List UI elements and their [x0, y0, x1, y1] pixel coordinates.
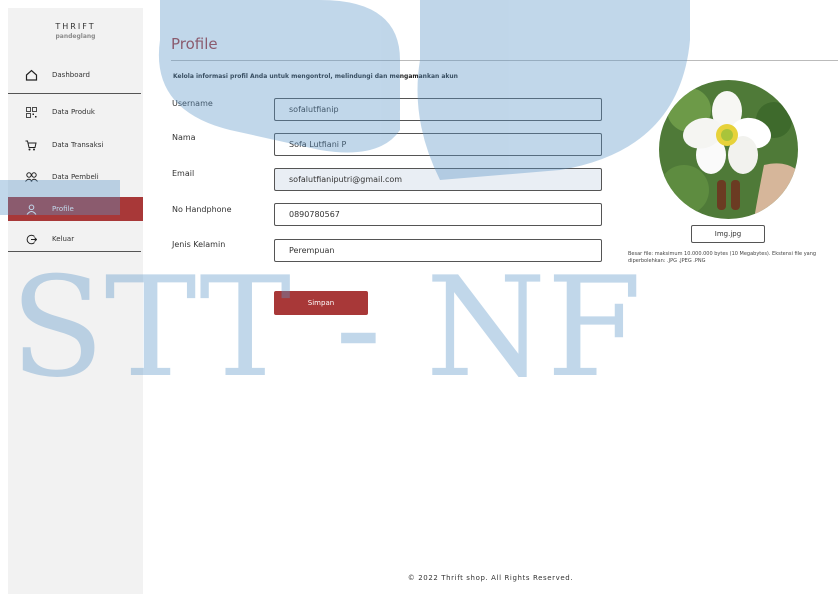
sidebar-item-label: Dashboard	[52, 71, 90, 79]
flower-photo-image	[659, 80, 798, 219]
brand-title: THRIFT	[55, 22, 96, 31]
logout-icon	[24, 234, 38, 245]
gender-label: Jenis Kelamin	[172, 240, 226, 249]
sidebar-item-data-pembeli[interactable]: Data Pembeli	[8, 165, 143, 189]
sidebar-divider	[8, 93, 141, 94]
sidebar-item-data-produk[interactable]: Data Produk	[8, 100, 143, 124]
sidebar-item-data-transaksi[interactable]: Data Transaksi	[8, 133, 143, 157]
cart-icon	[24, 140, 38, 151]
nama-label: Nama	[172, 133, 196, 142]
sidebar-divider	[8, 251, 141, 252]
email-input[interactable]	[274, 168, 602, 191]
username-input[interactable]	[274, 98, 602, 121]
page-title: Profile	[171, 35, 218, 53]
title-divider	[171, 60, 838, 61]
file-size-note: Besar file: maksimum 10.000.000 bytes (1…	[628, 251, 817, 264]
username-label: Username	[172, 99, 213, 108]
sidebar-item-profile[interactable]: Profile	[8, 197, 143, 221]
main-content: Profile Kelola informasi profil Anda unt…	[143, 8, 838, 594]
sidebar-item-label: Data Produk	[52, 108, 95, 116]
sidebar-item-dashboard[interactable]: Dashboard	[8, 63, 143, 87]
sidebar-item-keluar[interactable]: Keluar	[8, 227, 143, 251]
choose-image-button[interactable]: Img.jpg	[691, 225, 765, 243]
page-subtitle: Kelola informasi profil Anda untuk mengo…	[173, 73, 458, 80]
home-icon	[24, 69, 38, 81]
save-button[interactable]: Simpan	[274, 291, 368, 315]
hp-label: No Handphone	[172, 205, 232, 214]
nama-input[interactable]	[274, 133, 602, 156]
user-icon	[24, 204, 38, 215]
barcode-icon	[24, 106, 38, 118]
sidebar-item-label: Keluar	[52, 235, 75, 243]
email-label: Email	[172, 169, 195, 178]
brand-logo[interactable]: THRIFT pandeglang	[8, 22, 143, 40]
profile-photo	[659, 80, 798, 219]
sidebar: THRIFT pandeglang Dashboard Data Produk …	[8, 8, 143, 594]
sidebar-item-label: Data Transaksi	[52, 141, 104, 149]
brand-subtitle: pandeglang	[55, 33, 96, 40]
footer-copyright: © 2022 Thrift shop. All Rights Reserved.	[407, 574, 574, 582]
gender-input[interactable]	[274, 239, 602, 262]
phone-input[interactable]	[274, 203, 602, 226]
sidebar-item-label: Profile	[52, 205, 74, 213]
users-icon	[24, 172, 38, 182]
sidebar-item-label: Data Pembeli	[52, 173, 99, 181]
